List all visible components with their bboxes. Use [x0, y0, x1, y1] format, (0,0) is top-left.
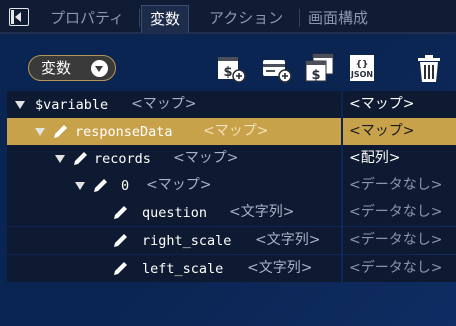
tree-row-name-cell: right_scale <文字列>: [7, 227, 341, 254]
tab-variables[interactable]: 変数: [141, 5, 190, 33]
trash-icon[interactable]: [412, 52, 446, 84]
tree-row-name: responseData: [75, 124, 173, 140]
expand-arrow-icon[interactable]: [55, 155, 65, 163]
add-card-icon[interactable]: [260, 52, 294, 84]
tab-divider: [139, 9, 140, 27]
tree-row-selected[interactable]: responseData <マップ> <マップ>: [0, 118, 456, 145]
tree-row-name-cell: left_scale <文字列>: [7, 255, 341, 282]
tree-row[interactable]: question <文字列> <データなし>: [0, 199, 456, 226]
tab-screen-layout[interactable]: 画面構成: [300, 5, 376, 33]
tree-row-value: <配列>: [349, 150, 401, 166]
tree-row-name-cell: responseData <マップ>: [7, 118, 341, 145]
pencil-icon[interactable]: [111, 204, 129, 222]
pencil-icon[interactable]: [91, 177, 109, 195]
tree-row[interactable]: $variable <マップ> <マップ>: [0, 91, 456, 118]
tree-row-value-cell: <配列>: [343, 145, 456, 172]
svg-text:$: $: [223, 65, 232, 80]
tree-row-type: <文字列>: [247, 260, 313, 276]
pencil-icon[interactable]: [71, 150, 89, 168]
tree-row-type: <文字列>: [229, 204, 295, 220]
copy-dollar-icon[interactable]: $: [303, 52, 337, 84]
tree-row-value-cell: <データなし>: [343, 227, 456, 254]
variable-type-dropdown[interactable]: 変数: [28, 55, 116, 81]
tab-bar: プロパティ 変数 アクション 画面構成: [0, 0, 456, 34]
pencil-icon[interactable]: [111, 232, 129, 250]
tree-row-value: <マップ>: [349, 123, 415, 139]
pencil-icon[interactable]: [111, 260, 129, 278]
tree-row-type: <マップ>: [203, 123, 269, 139]
tree-row-name-cell: 0 <マップ>: [7, 172, 341, 199]
tree-row-value-cell: <データなし>: [343, 172, 456, 199]
tree-row-name-cell: $variable <マップ>: [7, 91, 341, 118]
tree-row-name: question: [142, 205, 208, 221]
tree-row-value: <データなし>: [349, 232, 443, 248]
tree-row-type: <文字列>: [255, 232, 321, 248]
tree-row-name: left_scale: [142, 261, 224, 277]
tree-row-name-cell: question <文字列>: [7, 199, 341, 226]
tree-row[interactable]: records <マップ> <配列>: [0, 145, 456, 172]
tree-row-type: <マップ>: [131, 96, 197, 112]
back-icon[interactable]: [9, 8, 29, 26]
chevron-down-icon: [91, 60, 108, 77]
tab-actions[interactable]: アクション: [201, 5, 291, 33]
variable-type-label: 変数: [41, 59, 72, 77]
tree-row-value-cell: <マップ>: [343, 118, 456, 145]
json-icon[interactable]: {} JSON: [346, 52, 380, 84]
tree-row-name: $variable: [35, 97, 109, 113]
tree-row-value-cell: <マップ>: [343, 91, 456, 118]
pencil-icon[interactable]: [51, 123, 69, 141]
tree-row[interactable]: 0 <マップ> <データなし>: [0, 172, 456, 199]
tree-row[interactable]: right_scale <文字列> <データなし>: [0, 227, 456, 254]
tree-row-value: <データなし>: [349, 204, 443, 220]
tree-row-value-cell: <データなし>: [343, 199, 456, 226]
tree-row-name: 0: [121, 178, 130, 194]
tab-properties[interactable]: プロパティ: [42, 5, 132, 33]
tree-row-name: right_scale: [142, 233, 232, 249]
tree-row-name-cell: records <マップ>: [7, 145, 341, 172]
tree-row-value: <データなし>: [349, 177, 443, 193]
add-dollar-document-icon[interactable]: $: [215, 52, 249, 84]
tree-row-name: records: [94, 151, 151, 167]
svg-text:{}: {}: [356, 60, 369, 70]
expand-arrow-icon[interactable]: [75, 182, 85, 190]
tree-row-value: <マップ>: [349, 96, 415, 112]
tree-row[interactable]: left_scale <文字列> <データなし>: [0, 255, 456, 282]
tree-row-value-cell: <データなし>: [343, 255, 456, 282]
svg-text:JSON: JSON: [350, 70, 373, 79]
tree-row-value: <データなし>: [349, 260, 443, 276]
tree-row-type: <マップ>: [173, 150, 239, 166]
svg-text:$: $: [311, 68, 320, 83]
expand-arrow-icon[interactable]: [15, 101, 25, 109]
expand-arrow-icon[interactable]: [35, 128, 45, 136]
tree-row-type: <マップ>: [146, 177, 212, 193]
